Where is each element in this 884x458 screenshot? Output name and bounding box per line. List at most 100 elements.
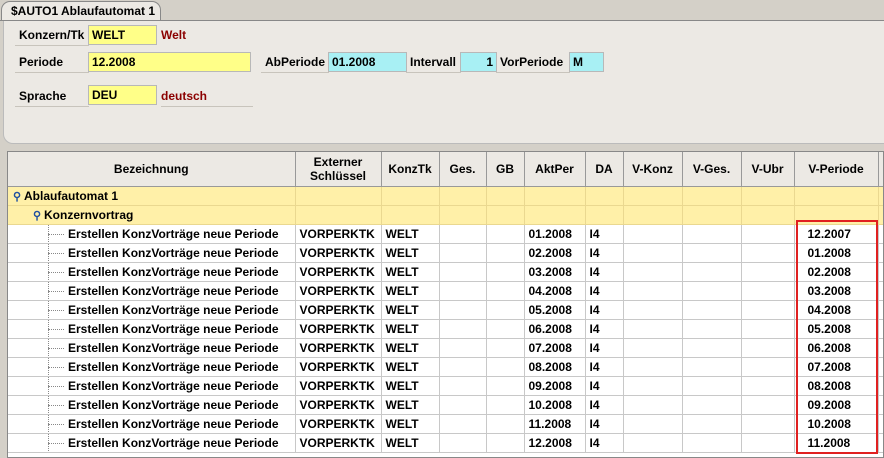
gb-cell[interactable] [486, 262, 525, 282]
konztk-cell[interactable]: WELT [381, 338, 440, 358]
gb-cell[interactable] [486, 243, 525, 263]
gb-cell[interactable] [486, 338, 525, 358]
intervall-field[interactable]: 1 [460, 52, 497, 72]
v-ubr-cell[interactable] [741, 319, 795, 339]
v-konz-cell[interactable] [623, 357, 683, 377]
v-konz-cell[interactable] [623, 281, 683, 301]
konztk-cell[interactable]: WELT [381, 243, 440, 263]
externer-schluessel-cell[interactable]: VORPERKTK [295, 319, 382, 339]
bezeichnung-cell[interactable]: Erstellen KonzVorträge neue Periode [8, 433, 296, 453]
col-header-v-ubr[interactable]: V-Ubr [741, 152, 795, 187]
v-ges-cell[interactable] [682, 433, 742, 453]
col-header-gb[interactable]: GB [486, 152, 525, 187]
externer-schluessel-cell[interactable]: VORPERKTK [295, 414, 382, 434]
aktper-cell[interactable]: 10.2008 [524, 395, 586, 415]
table-row[interactable]: Erstellen KonzVorträge neue Periode VORPE… [8, 357, 883, 377]
v-periode-cell[interactable]: 12.2007 [794, 224, 879, 244]
sprache-field[interactable]: DEU [88, 85, 157, 105]
ges-cell[interactable] [439, 338, 487, 358]
v-ges-cell[interactable] [682, 281, 742, 301]
ges-cell[interactable] [439, 319, 487, 339]
vorperiode-field[interactable]: M [569, 52, 604, 72]
extra-cell[interactable] [878, 395, 883, 415]
ges-cell[interactable] [439, 262, 487, 282]
gb-cell[interactable] [486, 300, 525, 320]
da-cell[interactable]: I4 [585, 262, 624, 282]
da-cell[interactable]: I4 [585, 243, 624, 263]
externer-schluessel-cell[interactable]: VORPERKTK [295, 395, 382, 415]
bezeichnung-cell[interactable]: Erstellen KonzVorträge neue Periode [8, 243, 296, 263]
ges-cell[interactable] [439, 300, 487, 320]
externer-schluessel-cell[interactable]: VORPERKTK [295, 243, 382, 263]
extra-cell[interactable] [878, 281, 883, 301]
bezeichnung-cell[interactable]: Erstellen KonzVorträge neue Periode [8, 300, 296, 320]
gb-cell[interactable] [486, 376, 525, 396]
gb-cell[interactable] [486, 414, 525, 434]
v-periode-cell[interactable]: 04.2008 [794, 300, 879, 320]
gb-cell[interactable] [486, 357, 525, 377]
externer-schluessel-cell[interactable]: VORPERKTK [295, 357, 382, 377]
externer-schluessel-cell[interactable]: VORPERKTK [295, 433, 382, 453]
gb-cell[interactable] [486, 319, 525, 339]
v-ges-cell[interactable] [682, 414, 742, 434]
v-ges-cell[interactable] [682, 319, 742, 339]
extra-cell[interactable] [878, 224, 883, 244]
aktper-cell[interactable]: 01.2008 [524, 224, 586, 244]
extra-cell[interactable] [878, 414, 883, 434]
bezeichnung-cell[interactable]: Erstellen KonzVorträge neue Periode [8, 224, 296, 244]
konztk-cell[interactable]: WELT [381, 357, 440, 377]
v-konz-cell[interactable] [623, 414, 683, 434]
da-cell[interactable]: I4 [585, 319, 624, 339]
v-periode-cell[interactable]: 03.2008 [794, 281, 879, 301]
v-konz-cell[interactable] [623, 243, 683, 263]
extra-cell[interactable] [878, 433, 883, 453]
ges-cell[interactable] [439, 433, 487, 453]
v-periode-cell[interactable]: 07.2008 [794, 357, 879, 377]
da-cell[interactable]: I4 [585, 376, 624, 396]
konztk-cell[interactable]: WELT [381, 224, 440, 244]
gb-cell[interactable] [486, 433, 525, 453]
konztk-cell[interactable]: WELT [381, 433, 440, 453]
col-header-da[interactable]: DA [585, 152, 624, 187]
v-periode-cell[interactable]: 02.2008 [794, 262, 879, 282]
konztk-cell[interactable]: WELT [381, 319, 440, 339]
ges-cell[interactable] [439, 414, 487, 434]
aktper-cell[interactable]: 07.2008 [524, 338, 586, 358]
v-ges-cell[interactable] [682, 300, 742, 320]
bezeichnung-cell[interactable]: Erstellen KonzVorträge neue Periode [8, 376, 296, 396]
v-ubr-cell[interactable] [741, 433, 795, 453]
bezeichnung-cell[interactable]: Erstellen KonzVorträge neue Periode [8, 281, 296, 301]
da-cell[interactable]: I4 [585, 433, 624, 453]
abperiode-field[interactable]: 01.2008 [328, 52, 407, 72]
v-periode-cell[interactable]: 05.2008 [794, 319, 879, 339]
v-konz-cell[interactable] [623, 224, 683, 244]
v-konz-cell[interactable] [623, 262, 683, 282]
group-row-konzernvortrag[interactable]: ⚲ Konzernvortrag [8, 205, 883, 225]
table-row[interactable]: Erstellen KonzVorträge neue Periode VORPE… [8, 262, 883, 282]
v-ges-cell[interactable] [682, 357, 742, 377]
table-row[interactable]: Erstellen KonzVorträge neue Periode VORPE… [8, 433, 883, 453]
v-periode-cell[interactable]: 10.2008 [794, 414, 879, 434]
aktper-cell[interactable]: 08.2008 [524, 357, 586, 377]
konzern-field[interactable]: WELT [88, 25, 157, 45]
v-konz-cell[interactable] [623, 376, 683, 396]
aktper-cell[interactable]: 09.2008 [524, 376, 586, 396]
konztk-cell[interactable]: WELT [381, 300, 440, 320]
aktper-cell[interactable]: 11.2008 [524, 414, 586, 434]
da-cell[interactable]: I4 [585, 414, 624, 434]
v-konz-cell[interactable] [623, 319, 683, 339]
v-konz-cell[interactable] [623, 338, 683, 358]
aktper-cell[interactable]: 06.2008 [524, 319, 586, 339]
gb-cell[interactable] [486, 395, 525, 415]
tree-node-icon[interactable]: ⚲ [10, 190, 24, 203]
v-periode-cell[interactable]: 01.2008 [794, 243, 879, 263]
da-cell[interactable]: I4 [585, 281, 624, 301]
v-ubr-cell[interactable] [741, 395, 795, 415]
col-header-konztk[interactable]: KonzTk [381, 152, 440, 187]
extra-cell[interactable] [878, 376, 883, 396]
col-header-v-konz[interactable]: V-Konz [623, 152, 683, 187]
konztk-cell[interactable]: WELT [381, 376, 440, 396]
col-header-v-ges[interactable]: V-Ges. [682, 152, 742, 187]
v-periode-cell[interactable]: 11.2008 [794, 433, 879, 453]
da-cell[interactable]: I4 [585, 395, 624, 415]
